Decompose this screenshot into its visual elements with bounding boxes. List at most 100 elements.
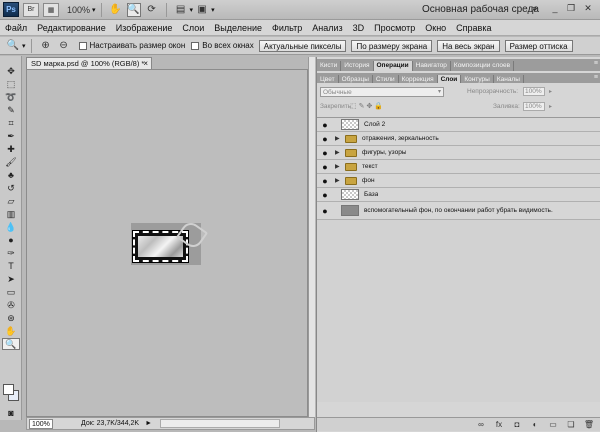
screen-mode-icon[interactable]: ▣: [195, 3, 209, 17]
healing-brush-tool-icon[interactable]: ✚: [2, 143, 20, 155]
zoom-tool-icon[interactable]: 🔍: [2, 338, 20, 350]
eye-icon[interactable]: ●: [319, 119, 331, 131]
all-windows-checkbox[interactable]: Во всех окнах: [191, 41, 254, 50]
layer-row[interactable]: ● вспомогательный фон, по окончании рабо…: [317, 202, 600, 220]
chevron-down-icon[interactable]: ▾: [22, 42, 26, 50]
quick-select-tool-icon[interactable]: ✎: [2, 104, 20, 116]
workspace-switcher[interactable]: Основная рабочая среда: [422, 4, 539, 15]
close-button[interactable]: ✕: [581, 3, 595, 15]
3d-orbit-tool-icon[interactable]: ⊛: [2, 312, 20, 324]
document-tab[interactable]: SD марка.psd @ 100% (RGB/8) * ×: [26, 57, 152, 69]
dodge-tool-icon[interactable]: ●: [2, 234, 20, 246]
blend-mode-select[interactable]: Обычные ▾: [320, 87, 444, 97]
menu-view[interactable]: Просмотр: [369, 23, 420, 33]
menu-window[interactable]: Окно: [420, 23, 451, 33]
eyedropper-tool-icon[interactable]: ✒: [2, 130, 20, 142]
checkbox-box[interactable]: [78, 41, 87, 50]
vertical-scrollbar[interactable]: [308, 57, 315, 417]
toolbox-grip[interactable]: [0, 56, 21, 64]
hand-tool-icon[interactable]: ✋: [109, 3, 123, 17]
eye-icon[interactable]: ●: [319, 189, 331, 201]
menu-filter[interactable]: Фильтр: [267, 23, 307, 33]
marquee-tool-icon[interactable]: ⬚: [2, 78, 20, 90]
eye-icon[interactable]: ●: [319, 133, 331, 145]
tab-layer-comps[interactable]: Композиции слоев: [451, 61, 515, 71]
expand-arrow-icon[interactable]: ▶: [335, 177, 341, 184]
brush-tool-icon[interactable]: 🖌: [2, 156, 20, 168]
expand-arrow-icon[interactable]: ▶: [335, 149, 341, 156]
eye-icon[interactable]: ●: [319, 205, 331, 217]
eye-icon[interactable]: ●: [319, 147, 331, 159]
foreground-color-swatch[interactable]: [3, 384, 14, 395]
hand-tool-icon[interactable]: ✋: [2, 325, 20, 337]
expand-arrow-icon[interactable]: ▶: [335, 135, 341, 142]
new-group-icon[interactable]: ▭: [547, 420, 559, 430]
layer-row[interactable]: ● База: [317, 188, 600, 202]
zoom-tool-preset-icon[interactable]: 🔍: [6, 39, 20, 53]
tab-history[interactable]: История: [341, 61, 374, 71]
quick-mask-icon[interactable]: ◙: [2, 407, 20, 419]
view-extras-icon[interactable]: ▦: [43, 2, 59, 17]
chevron-down-icon[interactable]: ▾: [190, 6, 194, 14]
menu-3d[interactable]: 3D: [348, 23, 370, 33]
opacity-input[interactable]: 100%: [523, 87, 545, 96]
clone-stamp-tool-icon[interactable]: ♣: [2, 169, 20, 181]
tab-brushes[interactable]: Кисти: [317, 61, 342, 71]
chevron-right-icon[interactable]: ▸: [549, 103, 552, 110]
menu-edit[interactable]: Редактирование: [32, 23, 111, 33]
zoom-in-icon[interactable]: ⊕: [39, 39, 53, 53]
layer-group-row[interactable]: ● ▶ отражения, зеркальность: [317, 132, 600, 146]
menu-layer[interactable]: Слои: [177, 23, 209, 33]
rotate-view-icon[interactable]: ⟳: [145, 3, 159, 17]
menu-help[interactable]: Справка: [451, 23, 496, 33]
history-brush-tool-icon[interactable]: ↺: [2, 182, 20, 194]
gradient-tool-icon[interactable]: ▥: [2, 208, 20, 220]
menu-file[interactable]: Файл: [0, 23, 32, 33]
type-tool-icon[interactable]: T: [2, 260, 20, 272]
menu-image[interactable]: Изображение: [111, 23, 178, 33]
link-layers-icon[interactable]: ∞: [475, 420, 487, 430]
restore-button[interactable]: ❐: [564, 3, 578, 15]
layer-group-row[interactable]: ● ▶ фигуры, узоры: [317, 146, 600, 160]
workspace-more-icon[interactable]: »: [532, 3, 537, 13]
panel-menu-icon[interactable]: ≡: [594, 60, 598, 67]
tab-navigator[interactable]: Навигатор: [413, 61, 451, 71]
zoom-tool-icon[interactable]: 🔍: [126, 2, 141, 17]
eraser-tool-icon[interactable]: ▱: [2, 195, 20, 207]
3d-rotate-tool-icon[interactable]: ✇: [2, 299, 20, 311]
horizontal-scrollbar[interactable]: [160, 419, 281, 428]
new-layer-icon[interactable]: ❏: [565, 420, 577, 430]
move-tool-icon[interactable]: ✥: [2, 65, 20, 77]
tab-actions[interactable]: Операции: [373, 61, 413, 71]
actual-pixels-button[interactable]: Актуальные пикселы: [258, 39, 347, 52]
fill-screen-button[interactable]: На весь экран: [437, 39, 500, 52]
fx-icon[interactable]: fx: [493, 420, 505, 430]
lock-options-icon[interactable]: ⬚✎✥🔒: [350, 102, 385, 110]
trash-icon[interactable]: 🗑: [583, 420, 595, 430]
status-menu-arrow-icon[interactable]: ►: [145, 420, 152, 427]
checkbox-box[interactable]: [191, 41, 200, 50]
zoom-input[interactable]: 100%: [29, 418, 53, 429]
layer-group-row[interactable]: ● ▶ фон: [317, 174, 600, 188]
adjustment-layer-icon[interactable]: ◐: [529, 420, 541, 430]
path-select-tool-icon[interactable]: ➤: [2, 273, 20, 285]
mask-icon[interactable]: ◘: [511, 420, 523, 430]
chevron-down-icon[interactable]: ▾: [92, 6, 96, 14]
pen-tool-icon[interactable]: ✑: [2, 247, 20, 259]
lasso-tool-icon[interactable]: ➰: [2, 91, 20, 103]
arrange-documents-icon[interactable]: ▤: [174, 3, 188, 17]
layer-row[interactable]: ● Слой 2: [317, 118, 600, 132]
expand-arrow-icon[interactable]: ▶: [335, 163, 341, 170]
close-icon[interactable]: ×: [143, 58, 148, 69]
menu-analysis[interactable]: Анализ: [307, 23, 347, 33]
photoshop-logo-icon[interactable]: Ps: [3, 2, 19, 17]
crop-tool-icon[interactable]: ⌗: [2, 117, 20, 129]
chevron-right-icon[interactable]: ▸: [549, 88, 552, 95]
bridge-icon[interactable]: Br: [23, 2, 39, 17]
minimize-button[interactable]: _: [548, 3, 562, 15]
layer-group-row[interactable]: ● ▶ текст: [317, 160, 600, 174]
blur-tool-icon[interactable]: 💧: [2, 221, 20, 233]
chevron-down-icon[interactable]: ▾: [211, 6, 215, 14]
fill-input[interactable]: 100%: [523, 102, 545, 111]
shape-tool-icon[interactable]: ▭: [2, 286, 20, 298]
